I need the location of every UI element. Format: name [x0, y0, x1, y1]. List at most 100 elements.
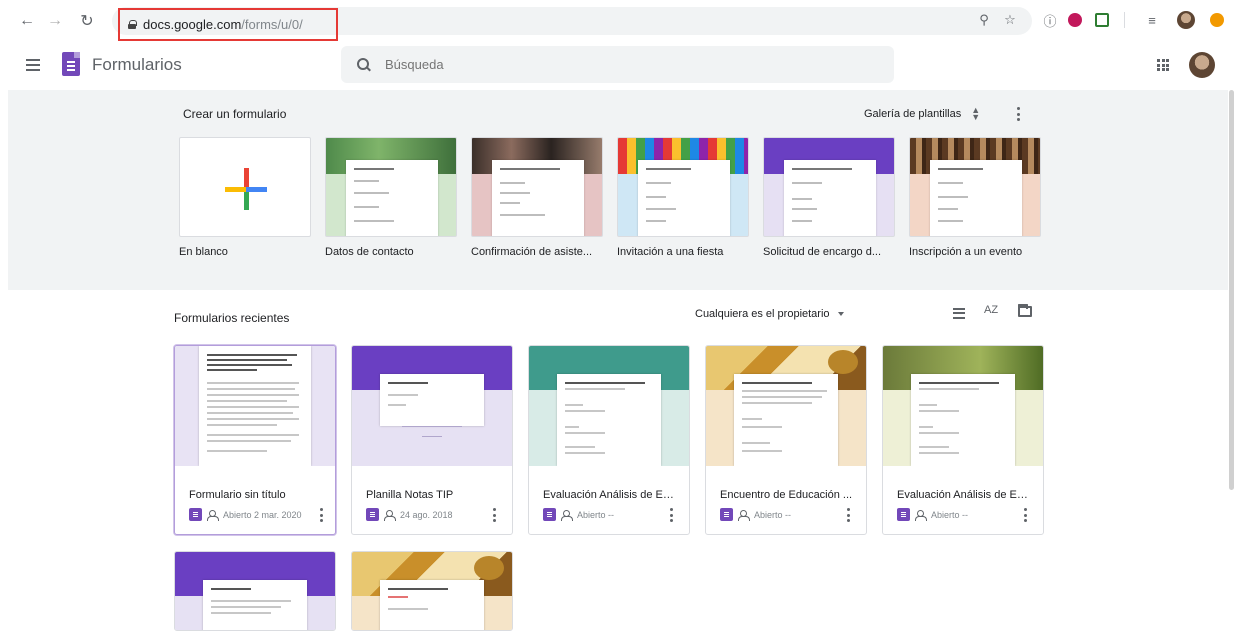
form-card[interactable]	[351, 551, 513, 631]
list-view-icon[interactable]	[953, 308, 965, 319]
main-menu-icon[interactable]	[26, 59, 40, 71]
form-card[interactable]: Evaluación Análisis de Ent... Abierto --	[528, 345, 690, 535]
app-title[interactable]: Formularios	[92, 55, 182, 75]
form-title: Evaluación Análisis de Ent...	[543, 489, 677, 501]
shared-people-icon	[206, 509, 219, 521]
form-opened-date: Abierto 2 mar. 2020	[223, 509, 302, 520]
search-input[interactable]	[385, 57, 785, 72]
form-card[interactable]: Planilla Notas TIP 24 ago. 2018	[351, 345, 513, 535]
template-thumbnail[interactable]	[325, 137, 457, 237]
template-label: Invitación a una fiesta	[617, 246, 724, 258]
form-title: Evaluación Análisis de Ent...	[897, 489, 1031, 501]
form-more-icon[interactable]	[492, 508, 496, 522]
url-highlight-box[interactable]: docs.google.com/forms/u/0/	[118, 8, 338, 41]
sort-az-icon[interactable]: AZ	[984, 304, 998, 316]
template-rsvp[interactable]: Confirmación de asiste...	[471, 137, 603, 258]
template-thumbnail[interactable]	[617, 137, 749, 237]
forms-logo-icon[interactable]	[62, 52, 80, 76]
form-more-icon[interactable]	[669, 508, 673, 522]
form-thumbnail[interactable]	[883, 346, 1043, 466]
unfold-icon: ▲ ▼	[971, 105, 981, 122]
form-more-icon[interactable]	[1023, 508, 1027, 522]
form-opened-date: Abierto --	[931, 509, 969, 520]
extension-info-icon[interactable]: ⓘ	[1040, 10, 1060, 30]
back-arrow-icon[interactable]: ←	[16, 10, 38, 32]
extension-download-icon[interactable]	[1065, 10, 1085, 30]
template-blank[interactable]: En blanco	[179, 137, 311, 258]
shared-people-icon	[383, 509, 396, 521]
form-more-icon[interactable]	[319, 508, 323, 522]
reload-icon[interactable]: ↻	[76, 10, 98, 32]
browser-toolbar: ← → ↻ docs.google.com/forms/u/0/ ⚲ ☆ ⓘ ≡	[0, 0, 1238, 42]
forms-file-icon	[720, 508, 733, 521]
owner-filter-label: Cualquiera es el propietario	[695, 308, 830, 320]
search-bar[interactable]	[341, 46, 894, 83]
account-avatar[interactable]	[1189, 52, 1215, 78]
form-meta: Abierto 2 mar. 2020	[189, 508, 302, 521]
page-scrollbar[interactable]	[1229, 90, 1234, 490]
form-thumbnail[interactable]	[352, 346, 512, 466]
forward-arrow-icon[interactable]: →	[44, 10, 66, 32]
form-opened-date: Abierto --	[754, 509, 792, 520]
toolbar-divider	[1124, 12, 1125, 28]
shared-people-icon	[737, 509, 750, 521]
form-card[interactable]: Formulario sin título Abierto 2 mar. 202…	[174, 345, 336, 535]
template-thumbnail[interactable]	[471, 137, 603, 237]
gallery-more-icon[interactable]	[1016, 107, 1020, 121]
url-path: /forms/u/0/	[241, 17, 303, 32]
bookmark-star-icon[interactable]: ☆	[1000, 10, 1020, 30]
forms-file-icon	[543, 508, 556, 521]
form-card[interactable]: Evaluación Análisis de Ent... Abierto --	[882, 345, 1044, 535]
form-meta: Abierto --	[897, 508, 968, 521]
template-thumbnail[interactable]	[179, 137, 311, 237]
template-contact[interactable]: Datos de contacto	[325, 137, 457, 258]
app-header: Formularios	[0, 42, 1238, 90]
url-text: docs.google.com/forms/u/0/	[143, 17, 303, 32]
form-thumbnail[interactable]	[706, 346, 866, 466]
form-thumbnail[interactable]	[175, 346, 335, 466]
shared-people-icon	[914, 509, 927, 521]
lock-icon	[128, 20, 137, 29]
form-meta: 24 ago. 2018	[366, 508, 453, 521]
google-apps-icon[interactable]	[1157, 59, 1169, 71]
form-more-icon[interactable]	[846, 508, 850, 522]
form-card[interactable]: Encuentro de Educación ... Abierto --	[705, 345, 867, 535]
shared-people-icon	[560, 509, 573, 521]
search-icon[interactable]	[357, 57, 371, 72]
owner-filter-dropdown[interactable]: Cualquiera es el propietario	[695, 308, 844, 320]
form-thumbnail[interactable]	[529, 346, 689, 466]
folder-icon[interactable]	[1018, 304, 1032, 317]
form-opened-date: 24 ago. 2018	[400, 509, 453, 520]
form-card[interactable]	[174, 551, 336, 631]
template-thumbnail[interactable]	[909, 137, 1041, 237]
zoom-icon[interactable]: ⚲	[974, 10, 994, 30]
form-thumbnail[interactable]	[175, 552, 335, 630]
forms-file-icon	[897, 508, 910, 521]
recent-forms-title: Formularios recientes	[174, 311, 290, 325]
extension-calendar-icon[interactable]	[1092, 10, 1112, 30]
form-title: Formulario sin título	[189, 489, 286, 501]
template-gallery-button[interactable]: Galería de plantillas ▲ ▼	[864, 105, 981, 122]
template-gallery-label: Galería de plantillas	[864, 108, 962, 120]
template-label: Datos de contacto	[325, 246, 414, 258]
template-label: Inscripción a un evento	[909, 246, 1023, 258]
template-gallery: Crear un formulario Galería de plantilla…	[8, 90, 1228, 290]
forms-file-icon	[189, 508, 202, 521]
form-thumbnail[interactable]	[352, 552, 512, 630]
form-meta: Abierto --	[720, 508, 791, 521]
template-event-registration[interactable]: Inscripción a un evento	[909, 137, 1041, 258]
gallery-title: Crear un formulario	[183, 107, 287, 121]
url-host: docs.google.com	[143, 17, 242, 32]
forms-file-icon	[366, 508, 379, 521]
template-thumbnail[interactable]	[763, 137, 895, 237]
template-label: Solicitud de encargo d...	[763, 246, 882, 258]
template-order-request[interactable]: Solicitud de encargo d...	[763, 137, 895, 258]
form-title: Planilla Notas TIP	[366, 489, 454, 501]
template-label: En blanco	[179, 246, 228, 258]
profile-avatar-icon[interactable]	[1176, 10, 1196, 30]
form-meta: Abierto --	[543, 508, 614, 521]
reading-list-icon[interactable]: ≡	[1142, 10, 1162, 30]
dropdown-caret-icon	[837, 312, 844, 316]
update-badge-icon[interactable]	[1207, 10, 1227, 30]
template-party[interactable]: Invitación a una fiesta	[617, 137, 749, 258]
